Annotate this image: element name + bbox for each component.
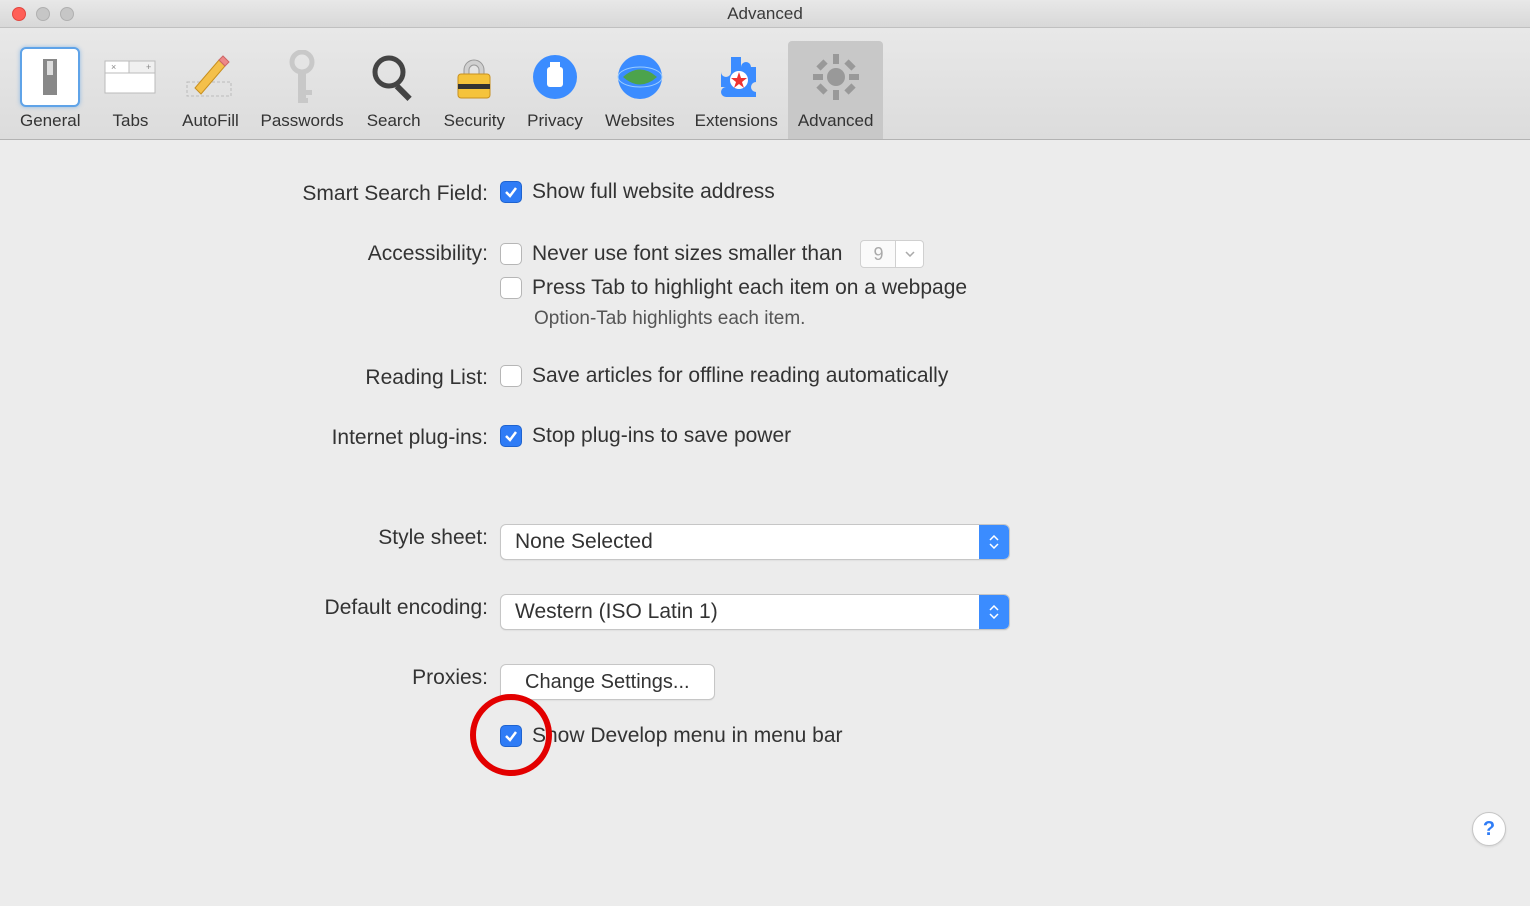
extensions-icon <box>706 47 766 107</box>
tab-label: Advanced <box>798 111 874 131</box>
tab-label: Search <box>367 111 421 131</box>
help-icon: ? <box>1483 818 1495 841</box>
websites-icon <box>610 47 670 107</box>
develop-menu-label: Show Develop menu in menu bar <box>532 724 843 748</box>
tab-label: Websites <box>605 111 675 131</box>
default-encoding-label: Default encoding: <box>0 594 500 620</box>
show-full-address-checkbox[interactable] <box>500 181 522 203</box>
svg-text:×: × <box>111 62 116 72</box>
tab-tabs[interactable]: ×+ Tabs <box>90 41 170 139</box>
tab-label: Privacy <box>527 111 583 131</box>
select-arrows-icon <box>979 595 1009 629</box>
tab-passwords[interactable]: Passwords <box>250 41 353 139</box>
tab-label: Passwords <box>260 111 343 131</box>
traffic-lights <box>12 7 74 21</box>
titlebar: Advanced <box>0 0 1530 28</box>
close-button[interactable] <box>12 7 26 21</box>
tab-general[interactable]: General <box>10 41 90 139</box>
search-icon <box>364 47 424 107</box>
tab-search[interactable]: Search <box>354 41 434 139</box>
default-encoding-value: Western (ISO Latin 1) <box>501 600 979 624</box>
stop-plugins-checkbox[interactable] <box>500 425 522 447</box>
default-encoding-select[interactable]: Western (ISO Latin 1) <box>500 594 1010 630</box>
tab-extensions[interactable]: Extensions <box>685 41 788 139</box>
tabs-icon: ×+ <box>100 47 160 107</box>
tab-security[interactable]: Security <box>434 41 515 139</box>
save-offline-label: Save articles for offline reading automa… <box>532 364 948 388</box>
option-tab-hint: Option-Tab highlights each item. <box>534 308 1530 330</box>
svg-text:+: + <box>146 62 151 72</box>
font-size-stepper-button[interactable] <box>896 240 924 268</box>
press-tab-checkbox[interactable] <box>500 277 522 299</box>
smart-search-label: Smart Search Field: <box>0 180 500 206</box>
passwords-icon <box>272 47 332 107</box>
reading-list-label: Reading List: <box>0 364 500 390</box>
tab-label: Tabs <box>113 111 149 131</box>
tab-label: General <box>20 111 80 131</box>
develop-menu-checkbox[interactable] <box>500 725 522 747</box>
style-sheet-value: None Selected <box>501 530 979 554</box>
tab-label: Extensions <box>695 111 778 131</box>
privacy-icon <box>525 47 585 107</box>
preferences-toolbar: General ×+ Tabs AutoFill Passwords Searc… <box>0 28 1530 140</box>
change-settings-button[interactable]: Change Settings... <box>500 664 715 700</box>
tab-label: AutoFill <box>182 111 239 131</box>
font-size-stepper: 9 <box>860 240 924 268</box>
font-size-value[interactable]: 9 <box>860 240 896 268</box>
tab-websites[interactable]: Websites <box>595 41 685 139</box>
proxies-label: Proxies: <box>0 664 500 690</box>
tab-advanced[interactable]: Advanced <box>788 41 884 139</box>
never-use-font-size-label: Never use font sizes smaller than <box>532 242 842 266</box>
security-icon <box>444 47 504 107</box>
window-title: Advanced <box>727 4 803 24</box>
internet-plugins-label: Internet plug-ins: <box>0 424 500 450</box>
preferences-content: Smart Search Field: Show full website ad… <box>0 140 1530 748</box>
tab-label: Security <box>444 111 505 131</box>
help-button[interactable]: ? <box>1472 812 1506 846</box>
press-tab-label: Press Tab to highlight each item on a we… <box>532 276 967 300</box>
maximize-button[interactable] <box>60 7 74 21</box>
accessibility-label: Accessibility: <box>0 240 500 266</box>
never-use-font-size-checkbox[interactable] <box>500 243 522 265</box>
style-sheet-label: Style sheet: <box>0 524 500 550</box>
save-offline-checkbox[interactable] <box>500 365 522 387</box>
general-icon <box>20 47 80 107</box>
chevron-down-icon <box>905 251 915 257</box>
minimize-button[interactable] <box>36 7 50 21</box>
change-settings-label: Change Settings... <box>525 671 690 694</box>
empty-label <box>0 724 500 726</box>
style-sheet-select[interactable]: None Selected <box>500 524 1010 560</box>
tab-autofill[interactable]: AutoFill <box>170 41 250 139</box>
stop-plugins-label: Stop plug-ins to save power <box>532 424 791 448</box>
advanced-icon <box>806 47 866 107</box>
tab-privacy[interactable]: Privacy <box>515 41 595 139</box>
select-arrows-icon <box>979 525 1009 559</box>
show-full-address-label: Show full website address <box>532 180 775 204</box>
autofill-icon <box>180 47 240 107</box>
